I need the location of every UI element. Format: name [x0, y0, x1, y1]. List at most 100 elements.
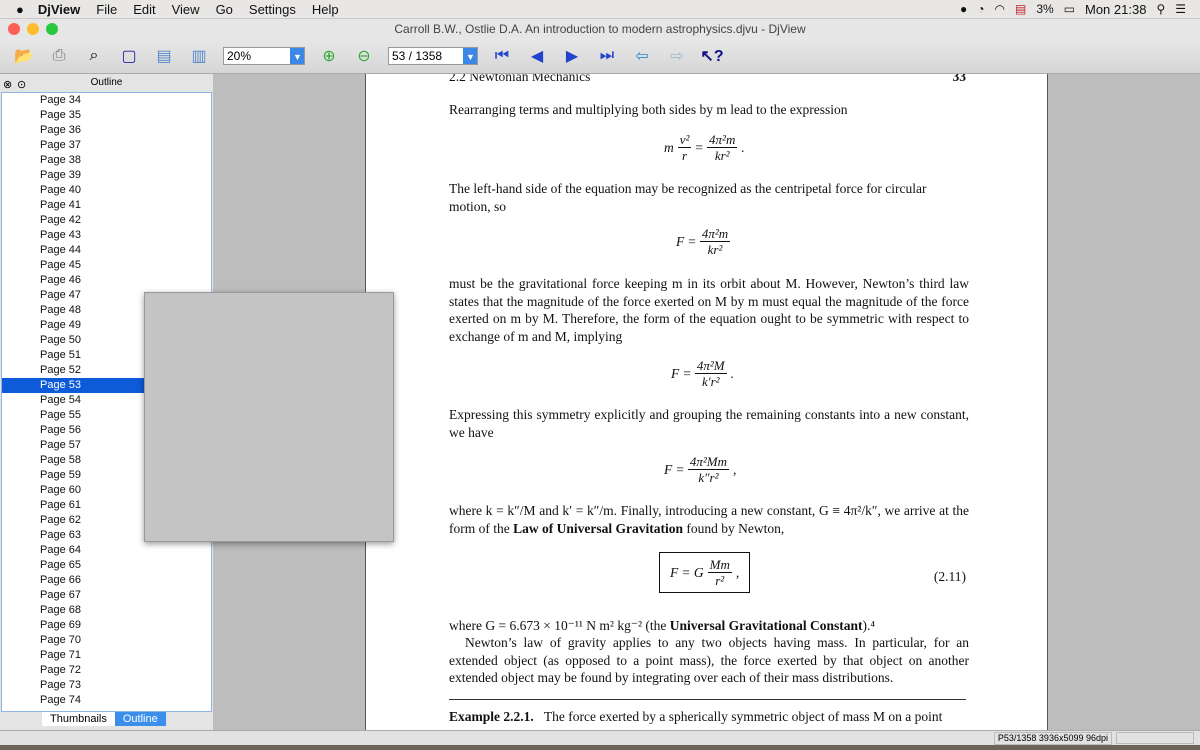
outline-item[interactable]: Page 35 — [2, 108, 211, 123]
battery-percent[interactable]: 3% — [1036, 2, 1053, 16]
time-machine-icon[interactable]: ◔ — [977, 2, 984, 16]
text: where G = 6.673 × 10⁻¹¹ N m² kg⁻² (the — [449, 618, 670, 633]
menu-bar: ● DjView File Edit View Go Settings Help… — [0, 0, 1200, 18]
zoom-in-icon[interactable]: ⊕ — [318, 45, 340, 67]
tab-thumbnails[interactable]: Thumbnails — [42, 712, 115, 726]
outline-item[interactable]: Page 73 — [2, 678, 211, 693]
continuous-icon[interactable]: ▤ — [153, 45, 175, 67]
divider — [449, 699, 966, 700]
clock[interactable]: Mon 21:38 — [1085, 2, 1146, 17]
boxed-equation: F = G Mm r², — [659, 552, 751, 593]
equation-number: (2.11) — [933, 569, 966, 584]
document-page[interactable]: 2.2 Newtonian Mechanics 33 Rearranging t… — [365, 74, 1048, 730]
paragraph: Rearranging terms and multiplying both s… — [449, 102, 848, 117]
side-by-side-icon[interactable]: ▥ — [188, 45, 210, 67]
paragraph: where G = 6.673 × 10⁻¹¹ N m² kg⁻² (the U… — [449, 617, 969, 635]
print-icon[interactable]: ⎙ — [48, 45, 70, 67]
flag-icon[interactable]: ▤ — [1015, 2, 1026, 16]
paragraph: Newton’s law of gravity applies to any t… — [449, 635, 969, 685]
menu-view[interactable]: View — [172, 2, 200, 17]
outline-item[interactable]: Page 40 — [2, 183, 211, 198]
window-title: Carroll B.W., Ostlie D.A. An introductio… — [394, 22, 806, 36]
menu-file[interactable]: File — [96, 2, 117, 17]
outline-item[interactable]: Page 69 — [2, 618, 211, 633]
zoom-value: 20% — [227, 48, 252, 63]
wifi-icon[interactable]: ◠ — [994, 2, 1004, 16]
outline-item[interactable]: Page 45 — [2, 258, 211, 273]
first-page-icon[interactable]: ⏮ — [491, 45, 513, 67]
text: ).⁴ — [862, 618, 876, 633]
outline-item[interactable]: Page 64 — [2, 543, 211, 558]
example: Example 2.2.1. The force exerted by a sp… — [449, 708, 969, 726]
paragraph: The left-hand side of the equation may b… — [449, 181, 927, 214]
skype-icon[interactable]: ● — [960, 2, 967, 16]
forward-icon[interactable]: ⇨ — [666, 45, 688, 67]
find-icon[interactable]: ⌕ — [83, 45, 105, 67]
chevron-down-icon[interactable]: ▼ — [290, 47, 304, 64]
open-icon[interactable]: 📂 — [13, 45, 35, 67]
chevron-down-icon[interactable]: ▼ — [463, 47, 477, 64]
outline-item[interactable]: Page 66 — [2, 573, 211, 588]
example-label: Example 2.2.1. — [449, 709, 534, 724]
zoom-out-icon[interactable]: ⊖ — [353, 45, 375, 67]
last-page-icon[interactable]: ⏭ — [596, 45, 618, 67]
thumbnail-preview-popup — [144, 292, 394, 542]
bold-term: Universal Gravitational Constant — [669, 618, 863, 633]
outline-item[interactable]: Page 74 — [2, 693, 211, 708]
running-header: 2.2 Newtonian Mechanics — [449, 74, 591, 84]
outline-item[interactable]: Page 37 — [2, 138, 211, 153]
zoom-window-button[interactable] — [46, 23, 58, 35]
page-select[interactable]: 53 / 1358 ▼ — [388, 46, 478, 65]
outline-item[interactable]: Page 36 — [2, 123, 211, 138]
apple-icon[interactable]: ● — [16, 2, 24, 17]
title-bar: Carroll B.W., Ostlie D.A. An introductio… — [0, 18, 1200, 38]
toolbar: 📂 ⎙ ⌕ ▢ ▤ ▥ 20% ▼ ⊕ ⊖ 53 / 1358 ▼ ⏮ ◀ ▶ ⏭ … — [0, 38, 1200, 74]
next-page-icon[interactable]: ▶ — [561, 45, 583, 67]
paragraph: must be the gravitational force keeping … — [449, 276, 969, 344]
outline-item[interactable]: Page 72 — [2, 663, 211, 678]
back-icon[interactable]: ⇦ — [631, 45, 653, 67]
status-text: P53/1358 3936x5099 96dpi — [993, 732, 1112, 745]
outline-item[interactable]: Page 38 — [2, 153, 211, 168]
outline-item[interactable]: Page 41 — [2, 198, 211, 213]
close-window-button[interactable] — [8, 23, 20, 35]
menu-go[interactable]: Go — [216, 2, 233, 17]
menu-settings[interactable]: Settings — [249, 2, 296, 17]
page-number: 33 — [952, 74, 967, 84]
text: found by Newton, — [682, 520, 785, 536]
paragraph: Expressing this symmetry explicitly and … — [449, 407, 969, 440]
bold-term: Law of Universal Gravitation — [513, 520, 683, 536]
example-text: The force exerted by a spherically symme… — [543, 709, 943, 724]
outline-item[interactable]: Page 70 — [2, 633, 211, 648]
outline-item[interactable]: Page 71 — [2, 648, 211, 663]
menu-app[interactable]: DjView — [38, 2, 80, 17]
notification-center-icon[interactable]: ☰ — [1175, 2, 1186, 16]
spotlight-icon[interactable]: ⚲ — [1156, 2, 1165, 16]
outline-item[interactable]: Page 34 — [2, 93, 211, 108]
battery-icon[interactable]: ▭ — [1064, 2, 1075, 16]
menu-help[interactable]: Help — [312, 2, 339, 17]
menu-edit[interactable]: Edit — [133, 2, 155, 17]
outline-item[interactable]: Page 65 — [2, 558, 211, 573]
zoom-select[interactable]: 20% ▼ — [223, 46, 305, 65]
outline-item[interactable]: Page 39 — [2, 168, 211, 183]
minimize-window-button[interactable] — [27, 23, 39, 35]
outline-item[interactable]: Page 46 — [2, 273, 211, 288]
outline-item[interactable]: Page 44 — [2, 243, 211, 258]
outline-item[interactable]: Page 67 — [2, 588, 211, 603]
equation: m v² r = 4π²m kr². — [664, 132, 745, 163]
previous-page-icon[interactable]: ◀ — [526, 45, 548, 67]
outline-item[interactable]: Page 42 — [2, 213, 211, 228]
outline-item[interactable]: Page 68 — [2, 603, 211, 618]
equation: F = 4π²Mm k″r², — [664, 454, 737, 485]
status-field — [1116, 732, 1194, 744]
outline-item[interactable]: Page 43 — [2, 228, 211, 243]
page-value: 53 / 1358 — [392, 48, 443, 63]
equation: F = 4π²m kr² — [676, 226, 731, 257]
tab-outline[interactable]: Outline — [114, 712, 166, 726]
select-icon[interactable]: ▢ — [118, 45, 140, 67]
equation: F = 4π²M k′r². — [671, 358, 734, 389]
paragraph: where k = k″/M and k′ = k″/m. Finally, i… — [449, 502, 969, 537]
whats-this-icon[interactable]: ↖? — [700, 45, 723, 67]
sidebar-title: Outline — [90, 77, 123, 88]
